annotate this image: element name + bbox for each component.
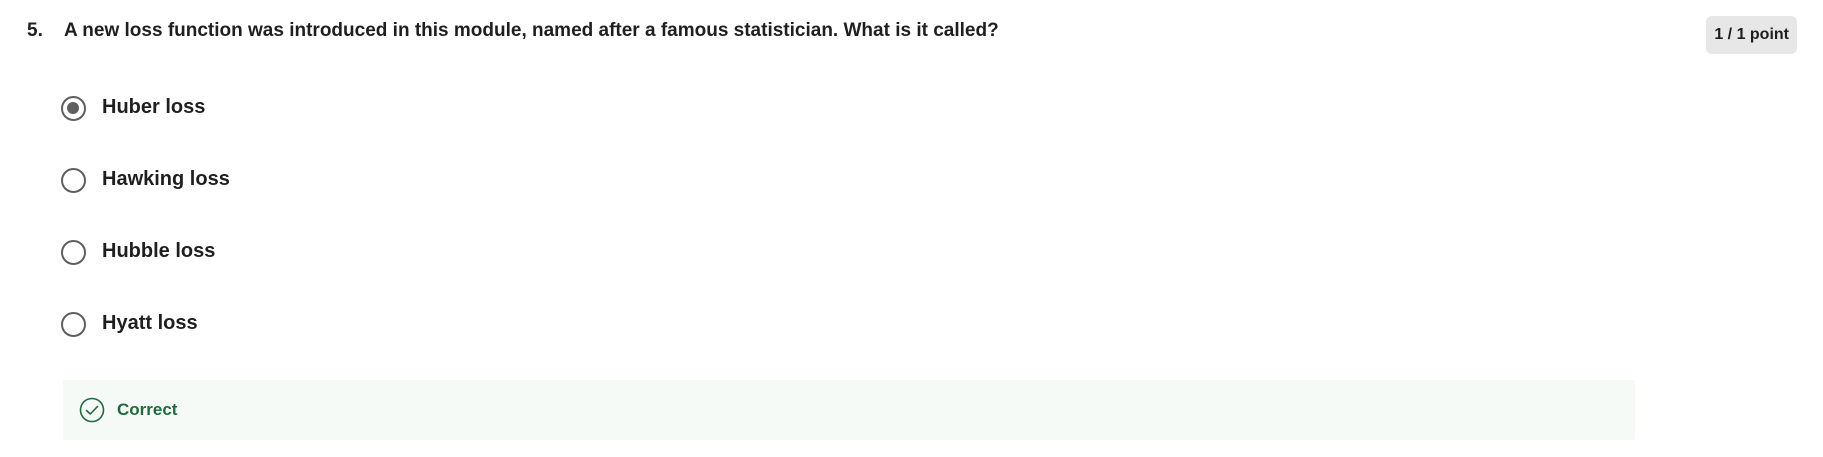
feedback-label: Correct — [117, 400, 178, 419]
option-label: Hyatt loss — [102, 312, 198, 334]
check-circle-icon — [79, 397, 105, 423]
answer-options: Huber loss Hawking loss Hubble loss Hyat… — [61, 90, 661, 378]
radio-button-selected[interactable] — [61, 96, 86, 121]
option-label: Huber loss — [102, 96, 206, 118]
option-hawking-loss[interactable]: Hawking loss — [61, 162, 661, 196]
radio-button[interactable] — [61, 168, 86, 193]
radio-button[interactable] — [61, 240, 86, 265]
question-header: 5. A new loss function was introduced in… — [27, 14, 1797, 54]
option-hubble-loss[interactable]: Hubble loss — [61, 234, 661, 268]
radio-button[interactable] — [61, 312, 86, 337]
option-label: Hawking loss — [102, 168, 230, 190]
points-badge: 1 / 1 point — [1706, 16, 1797, 54]
option-label: Hubble loss — [102, 240, 216, 262]
question-number: 5. — [27, 20, 43, 41]
question-text: A new loss function was introduced in th… — [64, 20, 999, 41]
radio-dot — [67, 102, 79, 114]
option-hyatt-loss[interactable]: Hyatt loss — [61, 306, 661, 340]
option-huber-loss[interactable]: Huber loss — [61, 90, 661, 124]
feedback-banner: Correct — [63, 380, 1635, 440]
